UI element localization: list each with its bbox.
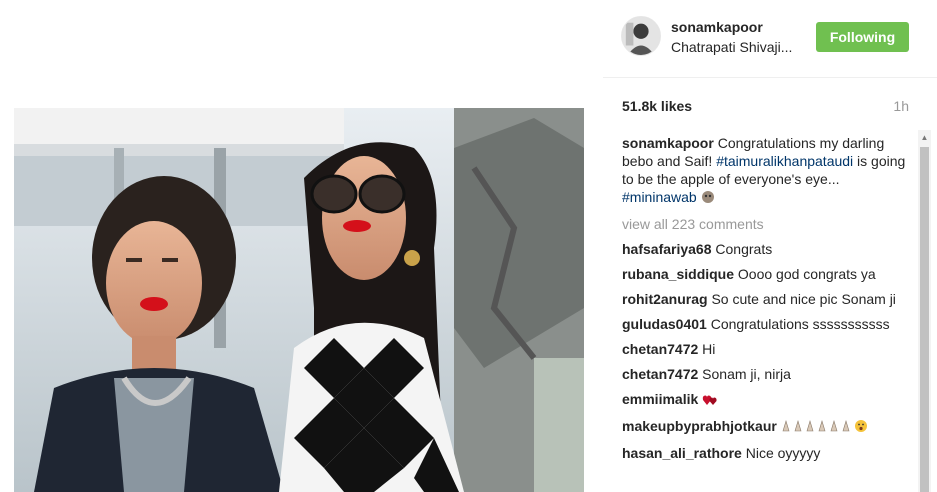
comment: hasan_ali_rathore Nice oyyyyy xyxy=(622,444,908,462)
comment: rubana_siddique Oooo god congrats ya xyxy=(622,265,908,283)
comment: hafsafariya68 Congrats xyxy=(622,240,908,258)
comment-text: Congratulations sssssssssss xyxy=(710,316,890,332)
comments-scrollbar[interactable]: ▲ xyxy=(918,130,931,492)
view-all-comments-link[interactable]: view all 223 comments xyxy=(622,215,908,233)
hearts-icon xyxy=(702,392,718,410)
post-side-panel: sonamkapoor Chatrapati Shivaji... Follow… xyxy=(603,0,937,492)
comment: chetan7472 Sonam ji, nirja xyxy=(622,365,908,383)
comment-text: Sonam ji, nirja xyxy=(702,366,791,382)
comment-username[interactable]: emmiimalik xyxy=(622,391,698,407)
comment-username[interactable]: makeupbyprabhjotkaur xyxy=(622,418,777,434)
caption-username[interactable]: sonamkapoor xyxy=(622,135,714,151)
comment-username[interactable]: rubana_siddique xyxy=(622,266,734,282)
post-location[interactable]: Chatrapati Shivaji... xyxy=(671,39,811,55)
comment: emmiimalik xyxy=(622,390,908,410)
caption-hashtag-2[interactable]: #mininawab xyxy=(622,189,697,205)
likes-row: 51.8k likes 1h xyxy=(603,78,937,130)
avatar-image xyxy=(622,17,660,55)
comment-username[interactable]: hafsafariya68 xyxy=(622,241,712,257)
comment: chetan7472 Hi xyxy=(622,340,908,358)
comment-text: Congrats xyxy=(715,241,773,257)
caption-hashtag-1[interactable]: #taimuralikhanpataudi xyxy=(716,153,853,169)
comment-username[interactable]: chetan7472 xyxy=(622,341,698,357)
monkey-emoji-icon xyxy=(701,190,715,208)
scrollbar-thumb[interactable] xyxy=(920,147,929,492)
comment: rohit2anurag So cute and nice pic Sonam … xyxy=(622,290,908,308)
following-button[interactable]: Following xyxy=(816,22,909,52)
comments-list: sonamkapoor Congratulations my darling b… xyxy=(622,134,908,469)
comment-text: Hi xyxy=(702,341,716,357)
post-photo[interactable] xyxy=(14,108,584,492)
likes-count[interactable]: 51.8k likes xyxy=(622,98,692,114)
post-photo-image xyxy=(14,108,584,492)
avatar[interactable] xyxy=(621,16,661,56)
comment-text: Oooo god congrats ya xyxy=(737,266,876,282)
post-header: sonamkapoor Chatrapati Shivaji... Follow… xyxy=(603,0,937,78)
caption: sonamkapoor Congratulations my darling b… xyxy=(622,134,908,208)
comment-username[interactable]: hasan_ali_rathore xyxy=(622,445,742,461)
post-timestamp[interactable]: 1h xyxy=(893,98,909,114)
comment: makeupbyprabhjotkaur xyxy=(622,417,908,437)
comment: guludas0401 Congratulations sssssssssss xyxy=(622,315,908,333)
scroll-up-arrow-icon[interactable]: ▲ xyxy=(919,133,930,143)
comment-text: So cute and nice pic Sonam ji xyxy=(711,291,896,307)
owner-username[interactable]: sonamkapoor xyxy=(671,19,763,35)
clapping-hands-icon xyxy=(781,419,869,437)
comment-username[interactable]: rohit2anurag xyxy=(622,291,708,307)
comment-username[interactable]: guludas0401 xyxy=(622,316,707,332)
comment-username[interactable]: chetan7472 xyxy=(622,366,698,382)
comment-text: Nice oyyyyy xyxy=(745,445,821,461)
